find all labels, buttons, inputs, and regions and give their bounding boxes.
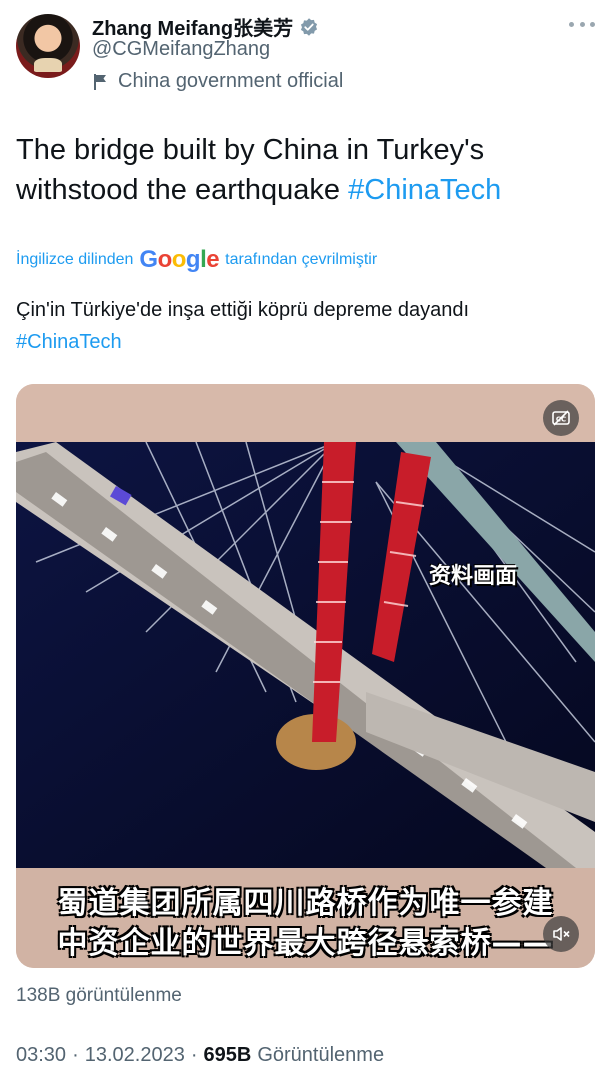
author-name-row[interactable]: Zhang Meifang张美芳	[92, 12, 319, 41]
video-player[interactable]: 资料画面 蜀道集团所属四川路桥作为唯一参建 中资企业的世界最大跨径悬索桥—— C…	[16, 384, 595, 968]
tweet-time[interactable]: 03:30	[16, 1044, 66, 1067]
video-caption-band: 蜀道集团所属四川路桥作为唯一参建 中资企业的世界最大跨径悬索桥——	[16, 868, 595, 968]
verified-badge-icon	[301, 17, 318, 36]
translation-prefix: İngilizce dilinden	[16, 251, 134, 268]
video-view-count: 138B görüntülenme	[16, 985, 182, 1006]
bridge-scene	[16, 442, 595, 868]
archive-footage-label: 资料画面	[428, 564, 517, 589]
author-handle[interactable]: @CGMeifangZhang	[92, 38, 270, 61]
government-label[interactable]: China government official	[92, 70, 343, 93]
translation-suffix: tarafından çevrilmiştir	[225, 251, 378, 268]
captions-off-icon: CC	[552, 410, 570, 426]
tweet-meta: 03:30 · 13.02.2023 · 695B Görüntülenme	[16, 1044, 384, 1067]
more-options-icon[interactable]	[569, 14, 595, 34]
meta-separator: ·	[190, 1044, 198, 1066]
translated-hashtag[interactable]: #ChinaTech	[16, 326, 601, 358]
avatar[interactable]	[16, 14, 80, 78]
view-count[interactable]: 695B	[204, 1044, 252, 1067]
caption-line-1: 蜀道集团所属四川路桥作为唯一参建	[57, 886, 554, 921]
translated-body: Çin'in Türkiye'de inşa ettiği köprü depr…	[16, 299, 470, 321]
tweet-text: The bridge built by China in Turkey's wi…	[16, 130, 601, 210]
mute-toggle-button[interactable]	[543, 916, 579, 952]
tweet-hashtag[interactable]: #ChinaTech	[348, 174, 501, 206]
caption-line-2: 中资企业的世界最大跨径悬索桥——	[57, 926, 554, 961]
video-top-band	[16, 384, 595, 442]
google-logo: Google	[139, 246, 220, 273]
tweet-header: Zhang Meifang张美芳 @CGMeifangZhang China g…	[0, 0, 613, 110]
captions-toggle-button[interactable]: CC	[543, 400, 579, 436]
author-name[interactable]: Zhang Meifang张美芳	[92, 12, 293, 41]
speaker-muted-icon	[553, 927, 570, 941]
translated-text: Çin'in Türkiye'de inşa ettiği köprü depr…	[16, 294, 601, 358]
translation-attribution[interactable]: İngilizce dilinden Google tarafından çev…	[16, 246, 377, 274]
meta-separator: ·	[72, 1044, 79, 1066]
tweet-date[interactable]: 13.02.2023	[85, 1044, 185, 1067]
view-label: Görüntülenme	[257, 1044, 385, 1066]
government-label-text: China government official	[118, 70, 344, 92]
flag-icon	[94, 73, 106, 90]
video-frame[interactable]: 资料画面	[16, 442, 595, 868]
